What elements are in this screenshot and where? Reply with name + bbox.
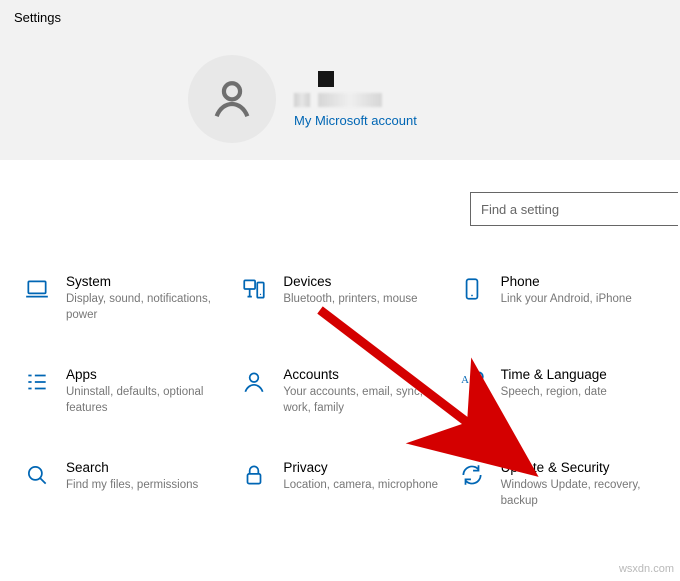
accounts-icon (241, 369, 269, 398)
time-language-icon: A字 (459, 369, 487, 398)
tile-privacy[interactable]: Privacy Location, camera, microphone (241, 460, 446, 509)
lock-icon (241, 462, 269, 491)
tile-desc: Uninstall, defaults, optional features (66, 385, 223, 416)
tile-desc: Find my files, permissions (66, 478, 198, 494)
person-icon (209, 76, 255, 122)
tile-devices[interactable]: Devices Bluetooth, printers, mouse (241, 274, 446, 323)
tile-title: Apps (66, 367, 223, 382)
sync-icon (459, 462, 487, 491)
account-block: My Microsoft account (188, 55, 417, 143)
microsoft-account-link[interactable]: My Microsoft account (294, 113, 417, 128)
tile-apps[interactable]: Apps Uninstall, defaults, optional featu… (24, 367, 229, 416)
tile-desc: Your accounts, email, sync, work, family (283, 385, 440, 416)
search-container (470, 192, 678, 226)
phone-icon (459, 276, 487, 305)
tile-title: Phone (501, 274, 632, 289)
tile-title: Search (66, 460, 198, 475)
tile-search[interactable]: Search Find my files, permissions (24, 460, 229, 509)
tile-desc: Speech, region, date (501, 385, 607, 401)
tile-desc: Location, camera, microphone (283, 478, 438, 494)
laptop-icon (24, 276, 52, 305)
tile-phone[interactable]: Phone Link your Android, iPhone (459, 274, 664, 323)
account-text: My Microsoft account (294, 71, 417, 128)
tile-title: Time & Language (501, 367, 607, 382)
tile-time-language[interactable]: A字 Time & Language Speech, region, date (459, 367, 664, 416)
tile-desc: Link your Android, iPhone (501, 292, 632, 308)
redacted-email (294, 93, 417, 107)
search-input[interactable] (470, 192, 678, 226)
settings-grid: System Display, sound, notifications, po… (24, 274, 664, 509)
apps-list-icon (24, 369, 52, 398)
watermark: wsxdn.com (619, 563, 674, 575)
tile-desc: Windows Update, recovery, backup (501, 478, 658, 509)
devices-icon (241, 276, 269, 305)
tile-system[interactable]: System Display, sound, notifications, po… (24, 274, 229, 323)
tile-desc: Display, sound, notifications, power (66, 292, 223, 323)
redacted-name (294, 71, 417, 87)
user-avatar (188, 55, 276, 143)
tile-title: Accounts (283, 367, 440, 382)
tile-title: Privacy (283, 460, 438, 475)
tile-accounts[interactable]: Accounts Your accounts, email, sync, wor… (241, 367, 446, 416)
svg-text:A: A (461, 374, 469, 386)
tile-title: System (66, 274, 223, 289)
tile-title: Devices (283, 274, 417, 289)
tile-desc: Bluetooth, printers, mouse (283, 292, 417, 308)
search-icon (24, 462, 52, 491)
tile-title: Update & Security (501, 460, 658, 475)
window-title: Settings (14, 10, 666, 25)
tile-update-security[interactable]: Update & Security Windows Update, recove… (459, 460, 664, 509)
